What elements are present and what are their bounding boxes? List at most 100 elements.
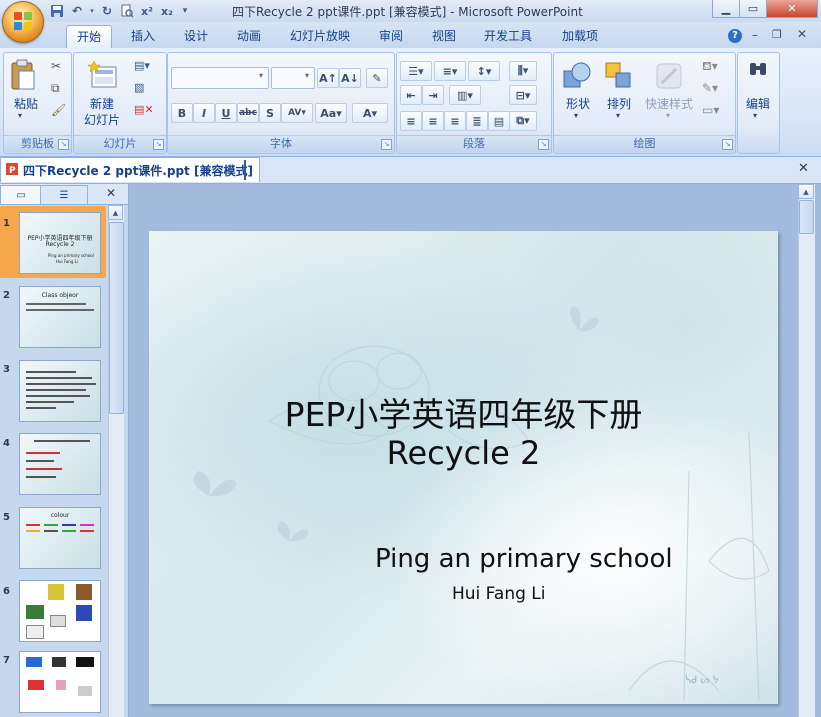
quick-styles-button[interactable]: 快速样式 [642,95,696,112]
font-color-icon[interactable]: A▾ [352,103,388,123]
shapes-button[interactable]: 形状 [561,95,595,112]
slide-thumbnail-2[interactable]: Class objeor [19,286,101,348]
document-tab[interactable]: P 四下Recycle 2 ppt课件.ppt [兼容模式] [0,157,260,182]
new-slide-icon[interactable] [87,59,118,91]
smartart-icon[interactable]: ⧉▾ [509,111,537,131]
scroll-up-icon[interactable]: ▲ [108,205,123,220]
print-preview-icon[interactable] [118,2,136,20]
numbering-icon[interactable]: ≡▾ [434,61,466,81]
tab-addins[interactable]: 加载项 [562,26,598,46]
grow-font-icon[interactable]: A↑ [317,68,339,88]
undo-icon[interactable]: ↶ [68,2,86,20]
slide-thumbnail-6[interactable] [19,580,101,642]
slides-tab-icon[interactable]: ▭ [0,185,42,204]
bold-icon[interactable]: B [171,103,193,123]
redo-icon[interactable]: ↻ [98,2,116,20]
decrease-indent-icon[interactable]: ⇤ [400,85,422,105]
arrange-icon[interactable] [604,61,634,91]
format-painter-icon[interactable]: 🖌 [51,103,66,117]
justify-icon[interactable]: ≣ [466,111,488,131]
editing-dropdown-icon[interactable]: ▾ [753,111,757,120]
quick-styles-icon[interactable] [654,61,684,91]
font-size-dropdown-icon[interactable]: ▾ [305,71,309,80]
paste-button[interactable]: 粘贴 [8,95,44,112]
align-center-icon[interactable]: ≡ [422,111,444,131]
underline-icon[interactable]: U [215,103,237,123]
superscript-icon[interactable]: x² [138,2,156,20]
strikethrough-icon[interactable]: abc [237,103,259,123]
close-pane-icon[interactable]: ✕ [106,186,116,200]
arrange-button[interactable]: 排列 [602,95,636,112]
paste-dropdown-icon[interactable]: ▾ [18,111,22,120]
slides-launcher-icon[interactable]: ↘ [153,139,164,150]
delete-slide-icon[interactable]: ▤✕ [134,103,154,116]
close-window-icon[interactable]: ✕ [766,0,818,18]
shape-effects-icon[interactable]: ▭▾ [702,103,719,117]
bullets-icon[interactable]: ☰▾ [400,61,432,81]
new-slide-label-1[interactable]: 新建 [82,95,122,112]
shrink-font-icon[interactable]: A↓ [339,68,361,88]
align-text-icon[interactable]: ⊟▾ [509,85,537,105]
slide-thumbnail-4[interactable] [19,433,101,495]
font-name-dropdown-icon[interactable]: ▾ [259,71,263,80]
tab-developer[interactable]: 开发工具 [484,26,532,46]
slide-thumbnail-7[interactable] [19,651,101,713]
slide-title-line-1[interactable]: PEP小学英语四年级下册 [149,388,778,436]
shape-fill-icon[interactable]: ⛾▾ [702,59,718,75]
shapes-icon[interactable] [562,61,592,91]
slide-thumbnail-3[interactable] [19,360,101,422]
arrange-dropdown-icon[interactable]: ▾ [616,111,620,120]
outline-tab-icon[interactable]: ☰ [40,185,88,204]
tab-slideshow[interactable]: 幻灯片放映 [290,26,350,46]
slide-title-line-2[interactable]: Recycle 2 [149,434,778,472]
tab-animations[interactable]: 动画 [237,26,261,46]
align-left-icon[interactable]: ≡ [400,111,422,131]
layout-icon[interactable]: ▤▾ [134,59,150,72]
tab-view[interactable]: 视图 [432,26,456,46]
shape-outline-icon[interactable]: ✎▾ [702,81,718,95]
reset-icon[interactable]: ▧ [134,81,144,94]
slide-thumbnail-1[interactable]: PEP小学英语四年级下册 Recycle 2 Ping an primary s… [19,212,101,274]
editing-button[interactable]: 编辑 [740,95,776,112]
tab-review[interactable]: 审阅 [379,26,403,46]
increase-indent-icon[interactable]: ⇥ [422,85,444,105]
minimize-icon[interactable]: ▁ [712,0,740,18]
office-button[interactable] [2,1,44,43]
tab-home[interactable]: 开始 [66,25,113,48]
cut-icon[interactable]: ✂ [51,59,61,73]
current-slide[interactable]: ᓵᑯ ᔕ ᔭ PEP小学英语四年级下册 Recycle 2 Ping an pr… [149,231,778,704]
new-slide-label-2[interactable]: 幻灯片 [78,111,126,128]
char-spacing-icon[interactable]: AV▾ [281,103,313,123]
slide-author[interactable]: Hui Fang Li [452,584,545,604]
align-right-icon[interactable]: ≡ [444,111,466,131]
slide-thumbnail-5[interactable]: colour [19,507,101,569]
shapes-dropdown-icon[interactable]: ▾ [574,111,578,120]
change-case-icon[interactable]: Aa▾ [315,103,347,123]
ribbon-restore-icon[interactable]: ❐ [772,28,782,41]
main-scrollbar[interactable] [798,184,815,717]
shadow-icon[interactable]: S [259,103,281,123]
main-scroll-up-icon[interactable]: ▲ [798,184,814,199]
paste-icon[interactable] [10,59,36,91]
italic-icon[interactable]: I [193,103,215,123]
clipboard-launcher-icon[interactable]: ↘ [58,139,69,150]
distributed-icon[interactable]: ▤ [488,111,510,131]
line-spacing-icon[interactable]: ↕▾ [468,61,500,81]
slides-pane-scroll-thumb[interactable] [109,222,124,414]
subscript-icon[interactable]: x₂ [158,2,176,20]
binoculars-icon[interactable] [748,59,768,81]
font-name-box[interactable] [171,67,269,89]
undo-dropdown-icon[interactable]: ▾ [88,2,96,20]
paragraph-launcher-icon[interactable]: ↘ [538,139,549,150]
maximize-icon[interactable]: ▭ [739,0,767,18]
drawing-launcher-icon[interactable]: ↘ [722,139,733,150]
copy-icon[interactable]: ⧉ [51,81,60,96]
tab-insert[interactable]: 插入 [131,26,155,46]
close-document-icon[interactable]: ✕ [798,161,809,176]
help-icon[interactable]: ? [728,29,742,43]
ribbon-minimize-icon[interactable]: – [752,28,758,42]
ribbon-close-icon[interactable]: ✕ [797,27,807,41]
columns-icon[interactable]: ▥▾ [449,85,481,105]
slide-school-name[interactable]: Ping an primary school [375,544,673,574]
customize-qat-icon[interactable]: ▾ [178,2,192,20]
